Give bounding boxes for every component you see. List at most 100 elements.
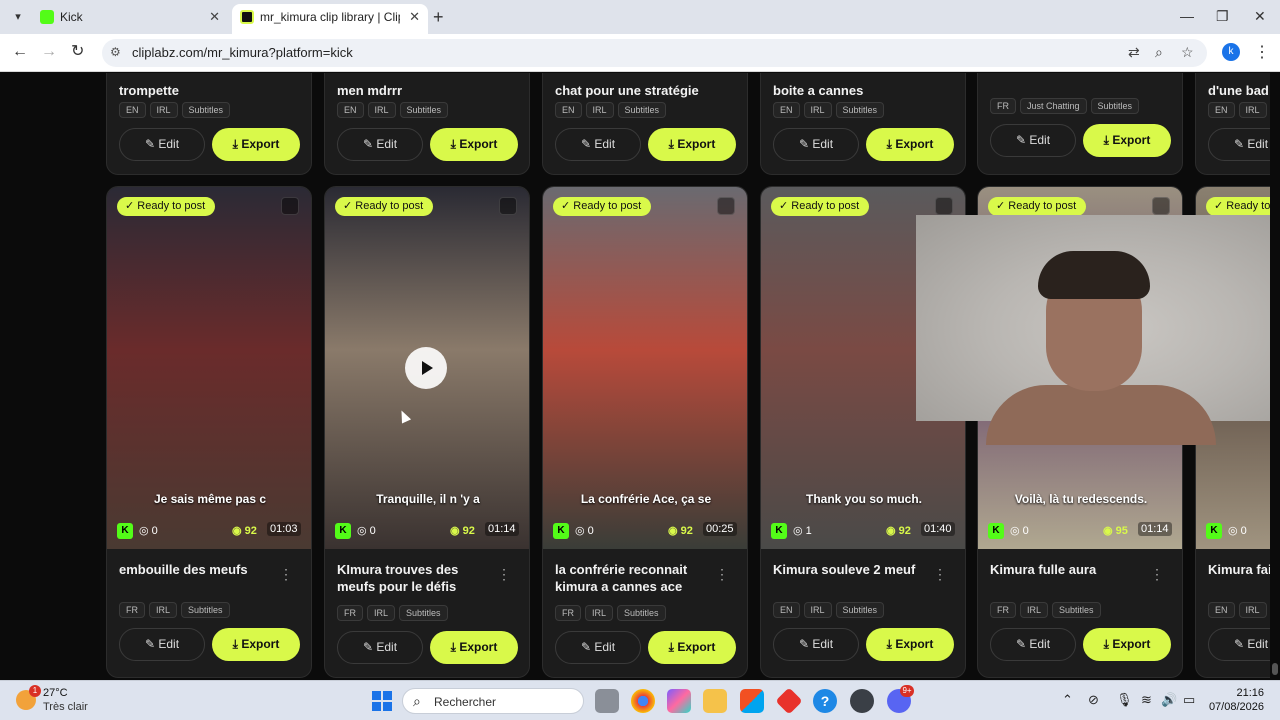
wifi-icon[interactable]: ≋ — [1141, 692, 1152, 708]
clip-title: Kimura souleve 2 meuf — [773, 562, 916, 577]
export-button[interactable]: ⤓ Export — [866, 128, 954, 161]
tag-chip: IRL — [585, 605, 614, 621]
eye-icon: ◎ — [357, 525, 370, 537]
clip-card[interactable]: FR Just Chatting Subtitles ✎ Edit ⤓ Export — [977, 73, 1183, 175]
tag-list: EN IRL Subtitles — [773, 100, 888, 118]
more-options-icon[interactable]: ⋮ — [497, 567, 511, 581]
volume-icon[interactable]: 🔊 — [1161, 692, 1177, 708]
clip-card[interactable]: chat pour une stratégie EN IRL Subtitles ✎ E… — [542, 73, 748, 175]
scroll-thumb[interactable] — [1272, 663, 1278, 675]
virality-score-value: 92 — [898, 525, 911, 537]
clip-card[interactable]: d'une badENIRL✎ Edit⤓ Export — [1195, 73, 1280, 175]
address-bar[interactable]: ⚙ cliplabz.com/mr_kimura?platform=kick ⇄… — [102, 39, 1207, 67]
more-options-icon[interactable]: ⋮ — [933, 567, 947, 581]
play-button[interactable] — [405, 347, 447, 389]
clip-card[interactable]: ✓ Ready to post Je sais même pas c K ◎ 0 ◉ 9… — [106, 186, 312, 678]
windows-start-icon[interactable] — [372, 691, 392, 711]
ready-label: Ready to post — [573, 200, 642, 212]
clip-card[interactable]: trompette EN IRL Subtitles ✎ Edit ⤓ Export — [106, 73, 312, 175]
taskbar-date[interactable]: 07/08/2026 — [1200, 701, 1264, 713]
battery-icon[interactable]: ▭ — [1183, 692, 1195, 708]
pencil-icon: ✎ — [1233, 137, 1248, 151]
edit-button[interactable]: ✎ Edit — [119, 628, 205, 661]
edit-button[interactable]: ✎ Edit — [337, 631, 423, 664]
weather-text[interactable]: Très clair — [43, 701, 88, 713]
chrome-app-icon[interactable] — [631, 689, 655, 713]
edit-button[interactable]: ✎ Edit — [119, 128, 205, 161]
profile-avatar[interactable]: k — [1222, 43, 1240, 61]
select-checkbox[interactable] — [1152, 197, 1170, 215]
task-view-icon[interactable] — [595, 689, 619, 713]
more-options-icon[interactable]: ⋮ — [715, 567, 729, 581]
export-button[interactable]: ⤓ Export — [1083, 124, 1171, 157]
minimize-icon[interactable]: — — [1180, 7, 1194, 25]
taskbar-search-input[interactable]: ⌕ Rechercher — [402, 688, 584, 714]
site-info-icon[interactable]: ⚙ — [110, 45, 121, 59]
back-icon[interactable]: ← — [12, 42, 28, 62]
network-off-icon[interactable]: ⊘ — [1088, 692, 1099, 708]
select-checkbox[interactable] — [935, 197, 953, 215]
obs-app-icon[interactable] — [850, 689, 874, 713]
export-button[interactable]: ⤓ Export — [430, 128, 518, 161]
select-checkbox[interactable] — [281, 197, 299, 215]
tab-kick[interactable]: Kick ✕ — [32, 4, 228, 34]
anydesk-app-icon[interactable] — [775, 687, 803, 715]
select-checkbox[interactable] — [499, 197, 517, 215]
tray-chevron-icon[interactable]: ⌃ — [1062, 692, 1073, 708]
forward-icon[interactable]: → — [41, 42, 57, 62]
tab-cliplabz[interactable]: mr_kimura clip library | ClipLabz ✕ — [232, 4, 428, 34]
edit-button[interactable]: ✎ Edit — [555, 631, 641, 664]
pencil-icon: ✎ — [1015, 133, 1030, 147]
bookmark-star-icon[interactable]: ☆ — [1181, 44, 1194, 61]
tag-chip: EN — [119, 102, 146, 118]
edit-button[interactable]: ✎ Edit — [990, 628, 1076, 661]
view-count-value: 0 — [1022, 525, 1029, 537]
taskbar-time[interactable]: 21:16 — [1212, 687, 1264, 699]
url-text[interactable]: cliplabz.com/mr_kimura?platform=kick — [132, 45, 353, 60]
close-tab-icon[interactable]: ✕ — [409, 4, 420, 30]
ready-label: Ready to post — [355, 200, 424, 212]
edit-button[interactable]: ✎ Edit — [773, 628, 859, 661]
microphone-icon[interactable]: 🎙 — [1116, 692, 1133, 708]
maximize-icon[interactable]: ❐ — [1216, 7, 1229, 25]
temperature-text[interactable]: 27°C — [43, 687, 68, 699]
tab-search-icon[interactable]: ▾ — [8, 7, 28, 27]
webcam-overlay — [916, 215, 1280, 445]
export-button-label: Export — [459, 640, 498, 654]
translate-icon[interactable]: ⇄ — [1128, 44, 1140, 61]
export-button[interactable]: ⤓ Export — [866, 628, 954, 661]
reload-icon[interactable]: ↻ — [71, 42, 84, 62]
export-button[interactable]: ⤓ Export — [430, 631, 518, 664]
store-app-icon[interactable] — [740, 689, 764, 713]
zoom-icon[interactable]: ⌕ — [1155, 44, 1163, 61]
export-button[interactable]: ⤓ Export — [1083, 628, 1171, 661]
score-icon: ◉ — [1103, 525, 1116, 537]
file-explorer-icon[interactable] — [703, 689, 727, 713]
browser-menu-icon[interactable]: ⋮ — [1254, 42, 1270, 62]
more-options-icon[interactable]: ⋮ — [1150, 567, 1164, 581]
page-scrollbar[interactable] — [1270, 73, 1280, 680]
close-tab-icon[interactable]: ✕ — [209, 4, 220, 30]
export-button[interactable]: ⤓ Export — [648, 631, 736, 664]
help-app-icon[interactable]: ? — [813, 689, 837, 713]
tag-chip: Subtitles — [617, 605, 666, 621]
clip-card[interactable]: men mdrrr EN IRL Subtitles ✎ Edit ⤓ Export — [324, 73, 530, 175]
export-button-label: Export — [459, 137, 498, 151]
more-options-icon[interactable]: ⋮ — [279, 567, 293, 581]
select-checkbox[interactable] — [717, 197, 735, 215]
edit-button[interactable]: ✎ Edit — [555, 128, 641, 161]
tag-chip: EN — [555, 102, 582, 118]
close-window-icon[interactable]: ✕ — [1254, 7, 1266, 25]
export-button[interactable]: ⤓ Export — [212, 128, 300, 161]
clip-card[interactable]: ✓ Ready to post La confrérie Ace, ça se K ◎… — [542, 186, 748, 678]
export-button[interactable]: ⤓ Export — [648, 128, 736, 161]
new-tab-icon[interactable]: + — [433, 6, 444, 28]
clip-card[interactable]: ✓ Ready to post Tranquille, il n 'y a K ◎ 0… — [324, 186, 530, 678]
copilot-app-icon[interactable] — [667, 689, 691, 713]
edit-button[interactable]: ✎ Edit — [773, 128, 859, 161]
export-button[interactable]: ⤓ Export — [212, 628, 300, 661]
edit-button[interactable]: ✎ Edit — [337, 128, 423, 161]
ready-label: Ready to post — [137, 200, 206, 212]
edit-button[interactable]: ✎ Edit — [990, 124, 1076, 157]
clip-card[interactable]: boite a cannes EN IRL Subtitles ✎ Edit ⤓ Expo… — [760, 73, 966, 175]
